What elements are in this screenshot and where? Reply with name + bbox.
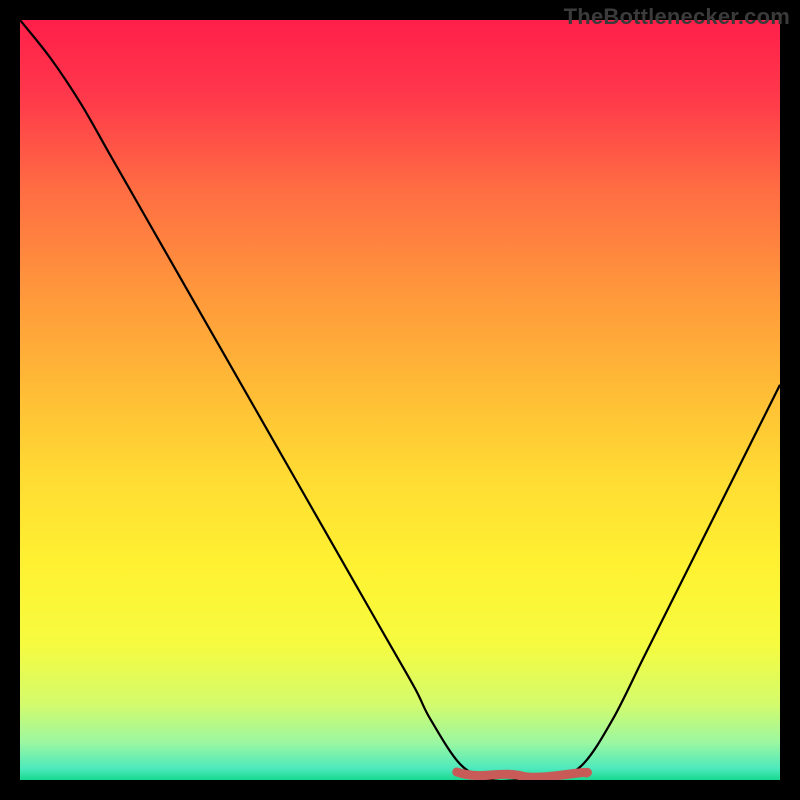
attribution-watermark: TheBottlenecker.com <box>564 4 790 30</box>
gradient-background <box>20 20 780 780</box>
bottleneck-curve-chart <box>20 20 780 780</box>
optimal-region-marker <box>457 772 588 777</box>
